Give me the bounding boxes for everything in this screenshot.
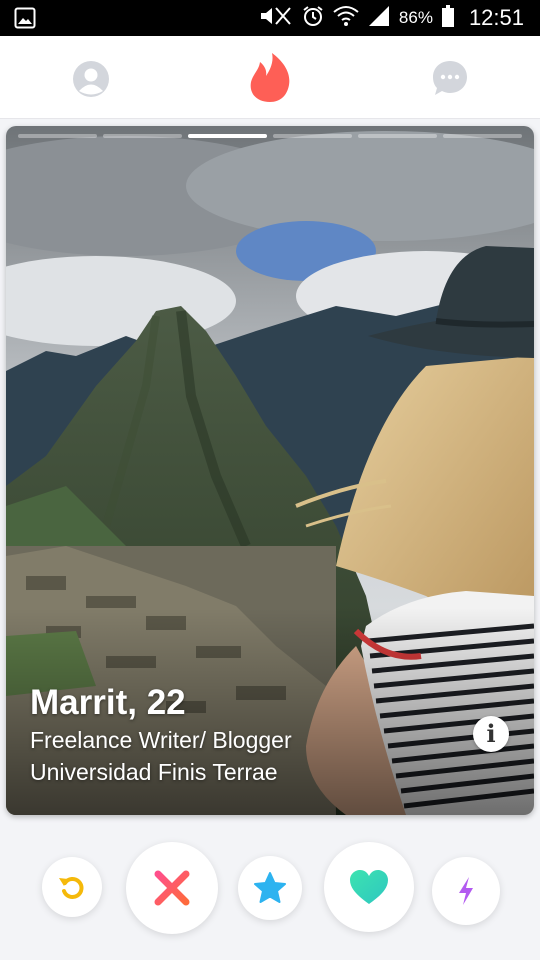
heart-icon — [350, 870, 388, 904]
battery-level: 86% — [398, 8, 433, 27]
lightning-icon — [459, 877, 473, 905]
rewind-button[interactable] — [42, 857, 102, 917]
profile-name-age: Marrit, 22 — [30, 683, 186, 722]
wifi-icon — [333, 5, 359, 32]
photo-indicator[interactable] — [443, 134, 522, 138]
battery-icon — [441, 4, 454, 32]
top-navigation — [0, 36, 540, 119]
close-icon — [154, 870, 190, 906]
photo-indicator[interactable] — [273, 134, 352, 138]
profile-school: Universidad Finis Terrae — [30, 759, 278, 785]
nope-button[interactable] — [126, 842, 218, 934]
profile-info: Marrit, 22 Freelance Writer/ Blogger Uni… — [30, 682, 292, 788]
info-button[interactable]: i — [473, 716, 509, 752]
clock: 12:51 — [468, 5, 524, 30]
photo-indicator[interactable] — [18, 134, 97, 138]
profile-card[interactable]: Marrit, 22 Freelance Writer/ Blogger Uni… — [6, 126, 534, 815]
photo-indicator-active[interactable] — [188, 134, 267, 138]
photo-indicator[interactable] — [358, 134, 437, 138]
rewind-icon — [59, 877, 84, 899]
star-icon — [254, 872, 286, 903]
alarm-icon — [302, 5, 324, 32]
profile-icon[interactable] — [72, 60, 110, 103]
mute-icon — [259, 5, 293, 32]
signal-icon — [368, 5, 390, 32]
action-bar — [0, 840, 540, 940]
photo-indicator[interactable] — [103, 134, 182, 138]
like-button[interactable] — [324, 842, 414, 932]
chat-icon[interactable] — [432, 60, 468, 103]
status-bar: 86% 12:51 — [0, 0, 540, 36]
profile-job: Freelance Writer/ Blogger — [30, 727, 292, 753]
gallery-notification-icon — [14, 7, 36, 34]
flame-icon[interactable] — [248, 52, 292, 109]
boost-button[interactable] — [432, 857, 500, 925]
super-like-button[interactable] — [238, 856, 302, 920]
photo-progress — [18, 134, 522, 139]
